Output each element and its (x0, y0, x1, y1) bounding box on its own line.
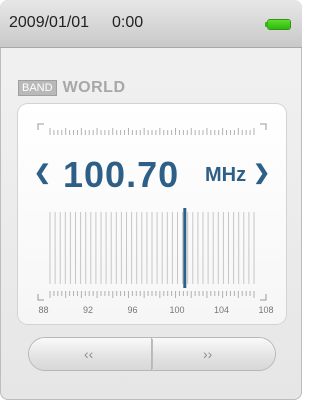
scale-label: 96 (127, 305, 138, 315)
battery-full-icon (265, 20, 290, 29)
frequency-value: 100.70 (63, 154, 180, 195)
scale-label: 104 (213, 305, 230, 315)
seek-divider (152, 339, 153, 369)
seek-forward-button[interactable]: ›› (152, 338, 275, 370)
device-frame: 2009/01/01 0:00 BAND WORLD ❮ 100.70 MHz … (0, 0, 303, 401)
band-name: WORLD (62, 79, 126, 96)
tuner-panel: ❮ 100.70 MHz ❯ 88 92 96 100 104 108 (18, 104, 286, 324)
status-time: 0:00 (112, 14, 144, 31)
band-badge: BAND (18, 80, 57, 96)
band-row: BAND WORLD (18, 78, 126, 98)
scale-label: 92 (83, 305, 94, 315)
corner-mark (260, 123, 267, 130)
scale-label: 88 (38, 305, 49, 315)
tune-down-icon[interactable]: ❮ (34, 160, 51, 185)
seek-forward-icon: ›› (203, 346, 213, 362)
status-date: 2009/01/01 (9, 14, 90, 31)
seek-back-button[interactable]: ‹‹ (29, 338, 152, 370)
scale-label: 108 (258, 305, 274, 315)
corner-mark (37, 294, 44, 301)
tune-up-icon[interactable]: ❯ (253, 160, 270, 185)
status-bar: 2009/01/01 0:00 (0, 0, 302, 48)
corner-mark (260, 294, 267, 301)
seek-controls: ‹‹ ›› (29, 338, 275, 370)
scale-label: 100 (169, 305, 185, 315)
fm-radio-screen: 2009/01/01 0:00 BAND WORLD ❮ 100.70 MHz … (0, 0, 302, 400)
tuner-scale (37, 123, 267, 301)
corner-mark (37, 123, 44, 130)
seek-back-icon: ‹‹ (84, 346, 94, 362)
frequency-display: ❮ 100.70 MHz ❯ (18, 154, 286, 195)
scale-labels: 88 92 96 100 104 108 (18, 305, 286, 319)
battery-tip (265, 22, 268, 27)
frequency-unit: MHz (205, 164, 247, 186)
